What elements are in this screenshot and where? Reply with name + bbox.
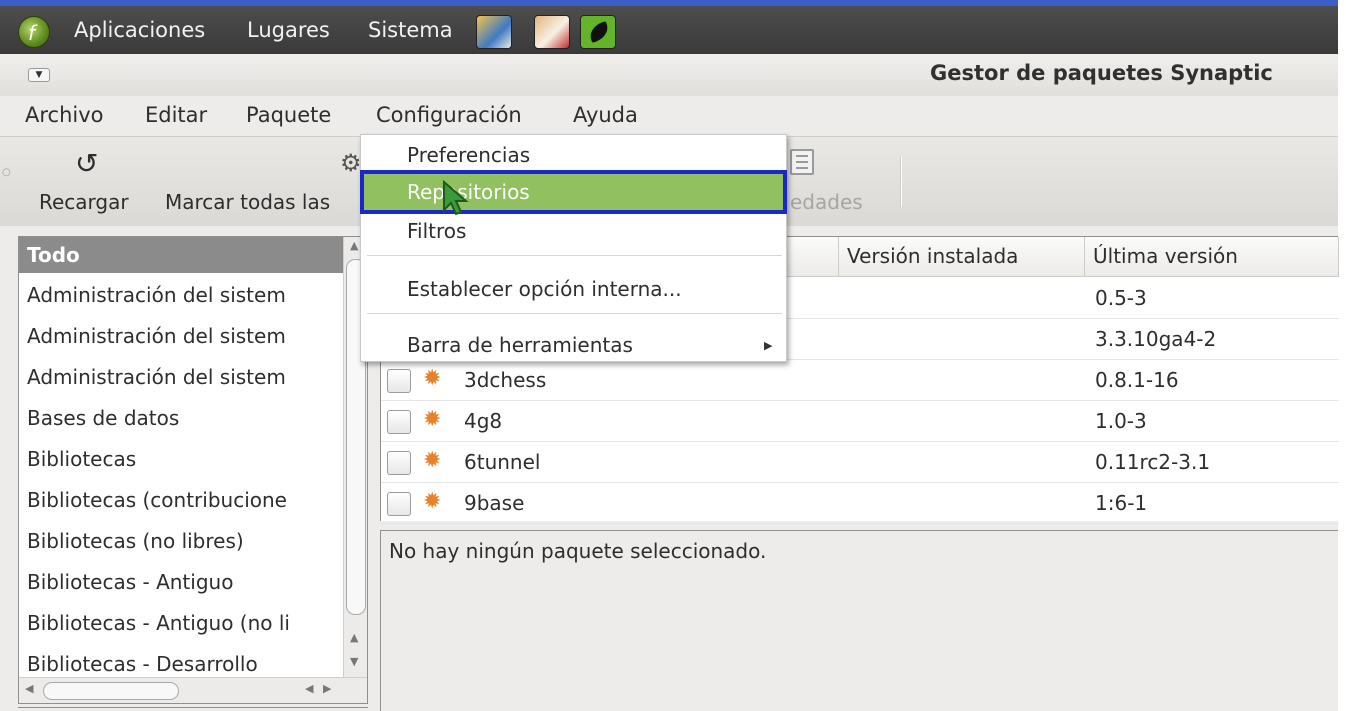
- menu-item-repositories[interactable]: Repositorios: [360, 170, 787, 214]
- package-name: 4g8: [464, 409, 503, 433]
- window-title: Gestor de paquetes Synaptic: [930, 61, 1273, 85]
- toolbar-grip-icon[interactable]: ○: [2, 167, 11, 178]
- menubar: Archivo Editar Paquete Configuración Ayu…: [0, 96, 1338, 178]
- package-name: 9base: [464, 491, 525, 515]
- package-checkbox[interactable]: [387, 410, 411, 434]
- web-browser-launcher-icon[interactable]: [476, 15, 512, 49]
- menu-help[interactable]: Ayuda: [573, 103, 638, 127]
- package-checkbox[interactable]: [387, 451, 411, 475]
- category-item[interactable]: Bibliotecas - Antiguo: [27, 570, 233, 594]
- column-header-latest-version[interactable]: Última versión: [1085, 237, 1339, 277]
- table-row[interactable]: ✹ 9base 1:6-1: [381, 483, 1339, 524]
- menu-separator: [367, 313, 782, 314]
- scroll-left-icon[interactable]: ◀: [305, 682, 313, 695]
- category-item[interactable]: Administración del sistem: [27, 283, 286, 307]
- properties-button: edades: [790, 190, 863, 214]
- menu-settings[interactable]: Configuración: [376, 103, 522, 127]
- window-menu-chevron-icon[interactable]: ▼: [28, 68, 50, 82]
- window-titlebar: ▼ Gestor de paquetes Synaptic: [0, 54, 1338, 96]
- package-status-icon: ✹: [423, 366, 442, 391]
- menu-package[interactable]: Paquete: [246, 103, 331, 127]
- category-item[interactable]: Bases de datos: [27, 406, 179, 430]
- package-latest-version: 3.3.10ga4-2: [1095, 327, 1217, 351]
- package-checkbox[interactable]: [387, 492, 411, 516]
- menu-item-set-internal-option[interactable]: Establecer opción interna...: [407, 277, 682, 301]
- category-item[interactable]: Administración del sistem: [27, 365, 286, 389]
- package-latest-version: 0.11rc2-3.1: [1095, 450, 1211, 474]
- menu-item-toolbar[interactable]: Barra de herramientas: [407, 333, 633, 357]
- scrollbar-thumb[interactable]: [43, 682, 179, 700]
- category-pane-bottom-edge: [18, 707, 368, 711]
- menu-file[interactable]: Archivo: [25, 103, 104, 127]
- menu-edit[interactable]: Editar: [145, 103, 207, 127]
- package-name: 3dchess: [464, 368, 547, 392]
- package-latest-version: 1.0-3: [1095, 409, 1147, 433]
- table-row[interactable]: ✹ 6tunnel 0.11rc2-3.1: [381, 442, 1339, 483]
- column-header-installed-version[interactable]: Versión instalada: [839, 237, 1085, 277]
- menu-item-filters[interactable]: Filtros: [407, 219, 466, 243]
- toolbar-separator: [900, 157, 902, 207]
- package-latest-version: 0.5-3: [1095, 286, 1147, 310]
- package-description-text: No hay ningún paquete seleccionado.: [389, 539, 767, 563]
- scroll-up-icon[interactable]: ▲: [350, 239, 358, 252]
- mark-all-upgrades-button[interactable]: Marcar todas las: [165, 190, 330, 214]
- category-item[interactable]: Bibliotecas - Antiguo (no li: [27, 611, 290, 635]
- package-latest-version: 1:6-1: [1095, 491, 1148, 515]
- submenu-arrow-icon: ▶: [764, 339, 773, 352]
- menu-separator: [367, 255, 782, 256]
- package-status-icon: ✹: [423, 407, 442, 432]
- mail-client-launcher-icon[interactable]: [534, 15, 570, 49]
- category-item[interactable]: Bibliotecas - Desarrollo: [27, 652, 258, 676]
- scroll-right-icon[interactable]: ▶: [323, 682, 331, 695]
- category-item[interactable]: Bibliotecas (no libres): [27, 529, 244, 553]
- category-horizontal-scrollbar[interactable]: ◀ ◀ ▶: [19, 677, 367, 703]
- panel-menu-applications[interactable]: Aplicaciones: [74, 18, 205, 42]
- scroll-up-icon[interactable]: ▲: [350, 631, 358, 644]
- category-list-header[interactable]: Todo: [19, 237, 343, 273]
- properties-icon: [790, 149, 814, 175]
- gnome-foot-icon[interactable]: f: [18, 16, 50, 48]
- package-description-pane: No hay ningún paquete seleccionado.: [380, 530, 1338, 711]
- settings-dropdown-menu: Preferencias Filtros Establecer opción i…: [360, 134, 787, 362]
- reload-icon[interactable]: ↺: [75, 147, 98, 180]
- table-row[interactable]: ✹ 4g8 1.0-3: [381, 401, 1339, 442]
- package-latest-version: 0.8.1-16: [1095, 368, 1179, 392]
- reload-button[interactable]: Recargar: [39, 190, 129, 214]
- panel-menu-places[interactable]: Lugares: [247, 18, 330, 42]
- menu-item-preferences[interactable]: Preferencias: [407, 143, 530, 167]
- scroll-left-icon[interactable]: ◀: [25, 682, 33, 695]
- package-name: 6tunnel: [464, 450, 541, 474]
- gnome-top-panel: f Aplicaciones Lugares Sistema: [0, 6, 1338, 54]
- mark-all-upgrades-icon[interactable]: ⚙: [340, 149, 362, 177]
- leaf-app-launcher-icon[interactable]: [580, 15, 616, 49]
- package-status-icon: ✹: [423, 448, 442, 473]
- scroll-down-icon[interactable]: ▼: [350, 655, 358, 668]
- table-row[interactable]: ✹ 3dchess 0.8.1-16: [381, 360, 1339, 401]
- category-list: Todo Administración del sistem Administr…: [18, 236, 368, 704]
- package-checkbox[interactable]: [387, 369, 411, 393]
- panel-menu-system[interactable]: Sistema: [368, 18, 453, 42]
- package-status-icon: ✹: [423, 489, 442, 514]
- category-item[interactable]: Bibliotecas: [27, 447, 136, 471]
- category-item[interactable]: Administración del sistem: [27, 324, 286, 348]
- category-item[interactable]: Bibliotecas (contribucione: [27, 488, 287, 512]
